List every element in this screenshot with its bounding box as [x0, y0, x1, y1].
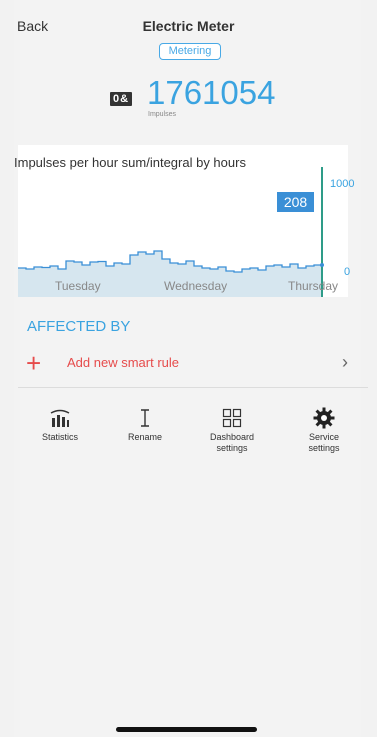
x-label-thursday: Thursday: [288, 279, 339, 293]
statistics-button[interactable]: Statistics: [22, 404, 98, 443]
meter-unit: Impulses: [148, 111, 177, 118]
x-label-tuesday: Tuesday: [55, 279, 101, 293]
rename-label: Rename: [127, 432, 163, 442]
chart-current-value: 208: [277, 192, 314, 212]
meter-counter-icon: 0&: [110, 92, 132, 106]
affected-by-heading: AFFECTED BY: [27, 318, 131, 335]
chevron-right-icon[interactable]: ›: [342, 352, 348, 373]
page-title: Electric Meter: [142, 18, 235, 34]
y-max-label: 1000: [330, 178, 355, 190]
plus-icon[interactable]: +: [26, 350, 41, 376]
service-settings-label: Service settings: [308, 432, 340, 453]
divider: [18, 387, 368, 388]
home-indicator: [116, 727, 257, 732]
x-label-wednesday: Wednesday: [164, 279, 228, 293]
statistics-icon: [22, 404, 98, 432]
meter-value: 1761054: [147, 74, 276, 111]
chart-current-point: [320, 263, 324, 267]
statistics-label: Statistics: [41, 432, 78, 442]
metering-badge: Metering: [159, 43, 221, 60]
rename-icon: [107, 404, 183, 432]
dashboard-icon: [194, 404, 270, 432]
service-settings-button[interactable]: Service settings: [286, 404, 362, 454]
y-min-label: 0: [344, 266, 351, 278]
dashboard-settings-button[interactable]: Dashboard settings: [194, 404, 270, 454]
dashboard-settings-label: Dashboard settings: [209, 432, 255, 453]
gear-icon: [286, 404, 362, 432]
rename-button[interactable]: Rename: [107, 404, 183, 443]
chart-title: Impulses per hour sum/integral by hours: [14, 155, 246, 170]
add-smart-rule-label[interactable]: Add new smart rule: [67, 355, 179, 370]
